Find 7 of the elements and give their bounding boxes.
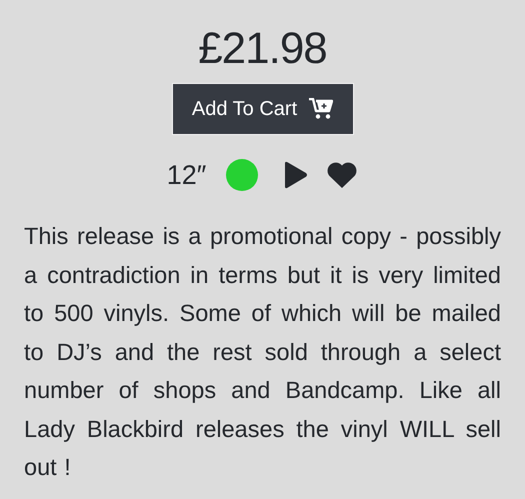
description: This release is a promotional copy - possibly a contradiction in terms but it is very limited to 500 vinyls. Some of which will be mailed to DJ’s and the rest sold through a select number of shops and Bandcamp. Like all Lady Blackbird releases the vinyl WILL sell out ! xyxy=(24,222,501,482)
price: £21.98 xyxy=(198,24,327,74)
add-to-cart-button[interactable]: Add To Cart xyxy=(172,83,354,135)
cart-icon xyxy=(309,98,334,120)
heart-icon[interactable] xyxy=(326,161,358,189)
play-icon[interactable] xyxy=(282,161,308,189)
format-label: 12″ xyxy=(166,160,206,190)
